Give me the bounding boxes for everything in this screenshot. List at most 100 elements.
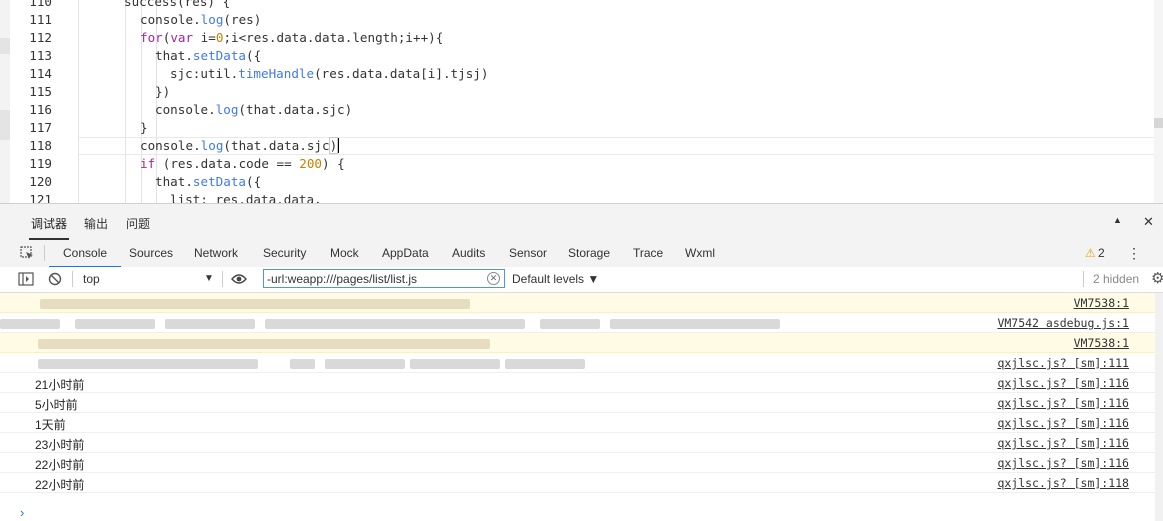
console-message-text: 22小时前: [35, 458, 85, 472]
tab-mock[interactable]: Mock: [330, 246, 359, 260]
console-log-row: VM7542 asdebug.js:1: [0, 313, 1155, 333]
code-line[interactable]: 119 if (res.data.code == 200) {: [0, 155, 1163, 173]
tab-appdata[interactable]: AppData: [382, 246, 429, 260]
code-text: if (res.data.code == 200) {: [140, 156, 345, 171]
filter-input[interactable]: -url:weapp:///pages/list/list.js ✕: [263, 269, 505, 288]
tab-audits[interactable]: Audits: [452, 246, 485, 260]
source-link[interactable]: VM7538:1: [1074, 296, 1129, 310]
code-text: that.setData({: [155, 48, 262, 63]
console-message-text: 1天前: [35, 418, 66, 432]
console-log-row: 23小时前 qxjlsc.js? [sm]:116: [0, 433, 1155, 453]
source-link[interactable]: VM7542 asdebug.js:1: [997, 316, 1129, 330]
line-number: 111: [29, 12, 52, 27]
code-text: list: res.data.data,: [170, 192, 322, 203]
code-line[interactable]: 114 sjc:util.timeHandle(res.data.data[i].…: [0, 65, 1163, 83]
line-number: 118: [29, 138, 52, 153]
source-link[interactable]: qxjlsc.js? [sm]:111: [997, 356, 1129, 370]
more-icon[interactable]: ⋮: [1127, 245, 1141, 262]
source-link[interactable]: qxjlsc.js? [sm]:116: [997, 396, 1129, 410]
code-line[interactable]: 115}): [0, 83, 1163, 101]
console-warning-row: VM7538:1: [0, 293, 1155, 313]
warning-icon: ⚠: [1085, 246, 1096, 260]
code-text: that.setData({: [155, 174, 262, 189]
code-line[interactable]: 113 that.setData({: [0, 47, 1163, 65]
line-number: 114: [29, 66, 52, 81]
tab-sensor[interactable]: Sensor: [509, 246, 547, 260]
clear-console-icon[interactable]: [48, 272, 62, 286]
console-warning-row: VM7538:1: [0, 333, 1155, 353]
collapse-up-icon[interactable]: ▲: [1113, 215, 1122, 225]
tab-sources[interactable]: Sources: [129, 246, 173, 260]
filter-input-value: -url:weapp:///pages/list/list.js: [267, 272, 418, 286]
eye-icon[interactable]: [231, 273, 247, 285]
code-line[interactable]: 117}: [0, 119, 1163, 137]
line-number: 119: [29, 156, 52, 171]
console-output[interactable]: VM7538:1 VM7542 asdebug.js:1 VM7538:1 qxjls…: [0, 293, 1163, 521]
line-number: 117: [29, 120, 52, 135]
tab-output[interactable]: 输出: [84, 215, 108, 232]
code-line[interactable]: 121 list: res.data.data,: [0, 191, 1163, 203]
code-text: for(var i=0;i<res.data.data.length;i++){: [140, 30, 444, 45]
code-line[interactable]: 116 console.log(that.data.sjc): [0, 101, 1163, 119]
console-message-text: 5小时前: [35, 398, 78, 412]
tab-debugger[interactable]: 调试器: [28, 215, 70, 240]
code-line[interactable]: 112 for(var i=0;i<res.data.data.length;i+…: [0, 29, 1163, 47]
code-line[interactable]: 110 success(res) {: [0, 0, 1163, 11]
tab-trace[interactable]: Trace: [633, 246, 663, 260]
console-message-text: 21小时前: [35, 378, 85, 392]
source-link[interactable]: qxjlsc.js? [sm]:116: [997, 416, 1129, 430]
line-number: 120: [29, 174, 52, 189]
console-log-row: qxjlsc.js? [sm]:111: [0, 353, 1155, 373]
console-log-row: 21小时前 qxjlsc.js? [sm]:116: [0, 373, 1155, 393]
source-link[interactable]: qxjlsc.js? [sm]:116: [997, 436, 1129, 450]
tab-console[interactable]: Console: [48, 246, 122, 268]
line-number: 116: [29, 102, 52, 117]
console-log-row: 1天前 qxjlsc.js? [sm]:116: [0, 413, 1155, 433]
code-editor[interactable]: 110 success(res) { 111 console.log(res) 112 f…: [0, 0, 1163, 203]
tab-storage[interactable]: Storage: [568, 246, 610, 260]
console-log-row: 22小时前 qxjlsc.js? [sm]:118: [0, 473, 1155, 493]
console-prompt[interactable]: ›: [20, 505, 24, 520]
clear-filter-icon[interactable]: ✕: [487, 272, 500, 285]
tab-security[interactable]: Security: [263, 246, 306, 260]
code-text: console.log(that.data.sjc): [155, 102, 353, 117]
hidden-count: 2 hidden: [1093, 272, 1140, 286]
code-line[interactable]: 120 that.setData({: [0, 173, 1163, 191]
console-filter-bar: top ▼ -url:weapp:///pages/list/list.js ✕…: [0, 267, 1163, 293]
source-link[interactable]: VM7538:1: [1074, 336, 1129, 350]
code-text: }): [155, 84, 171, 99]
source-link[interactable]: qxjlsc.js? [sm]:116: [997, 456, 1129, 470]
tab-wxml[interactable]: Wxml: [685, 246, 715, 260]
console-log-row: 5小时前 qxjlsc.js? [sm]:116: [0, 393, 1155, 413]
console-scrollbar[interactable]: [1155, 293, 1163, 521]
editor-scrollbar[interactable]: [1154, 0, 1163, 203]
line-number: 110: [29, 0, 52, 9]
line-number: 112: [29, 30, 52, 45]
context-selector[interactable]: top: [83, 272, 100, 286]
source-link[interactable]: qxjlsc.js? [sm]:116: [997, 376, 1129, 390]
settings-gear-icon[interactable]: ⚙: [1151, 269, 1163, 287]
code-line[interactable]: 118 console.log(that.data.sjc): [0, 137, 1163, 155]
tab-network[interactable]: Network: [194, 246, 238, 260]
devtools-tabs: Console Sources Network Security Mock AppData…: [0, 240, 1163, 268]
context-dropdown-icon[interactable]: ▼: [204, 273, 214, 284]
console-message-text: 23小时前: [35, 438, 85, 452]
log-levels-dropdown[interactable]: Default levels ▼: [512, 272, 599, 286]
code-text: success(res) {: [124, 0, 231, 9]
close-icon[interactable]: ✕: [1143, 214, 1154, 230]
line-number: 115: [29, 84, 52, 99]
devtools-panel: 调试器 输出 问题 ▲ ✕ Console Sources Network Secur…: [0, 203, 1163, 521]
tab-issues[interactable]: 问题: [126, 215, 150, 232]
code-text: sjc:util.timeHandle(res.data.data[i].tjs…: [170, 66, 489, 81]
code-text: console.log(that.data.sjc): [140, 137, 340, 154]
inspect-element-icon[interactable]: [20, 246, 34, 260]
line-number: 113: [29, 48, 52, 63]
code-line[interactable]: 111 console.log(res): [0, 11, 1163, 29]
warning-count[interactable]: 2: [1098, 246, 1105, 260]
code-text: console.log(res): [140, 12, 262, 27]
line-number: 121: [29, 192, 52, 203]
source-link[interactable]: qxjlsc.js? [sm]:118: [997, 476, 1129, 490]
console-message-text: 22小时前: [35, 478, 85, 492]
panel-tabs: 调试器 输出 问题 ▲ ✕: [0, 204, 1163, 240]
sidebar-toggle-icon[interactable]: [18, 272, 34, 286]
